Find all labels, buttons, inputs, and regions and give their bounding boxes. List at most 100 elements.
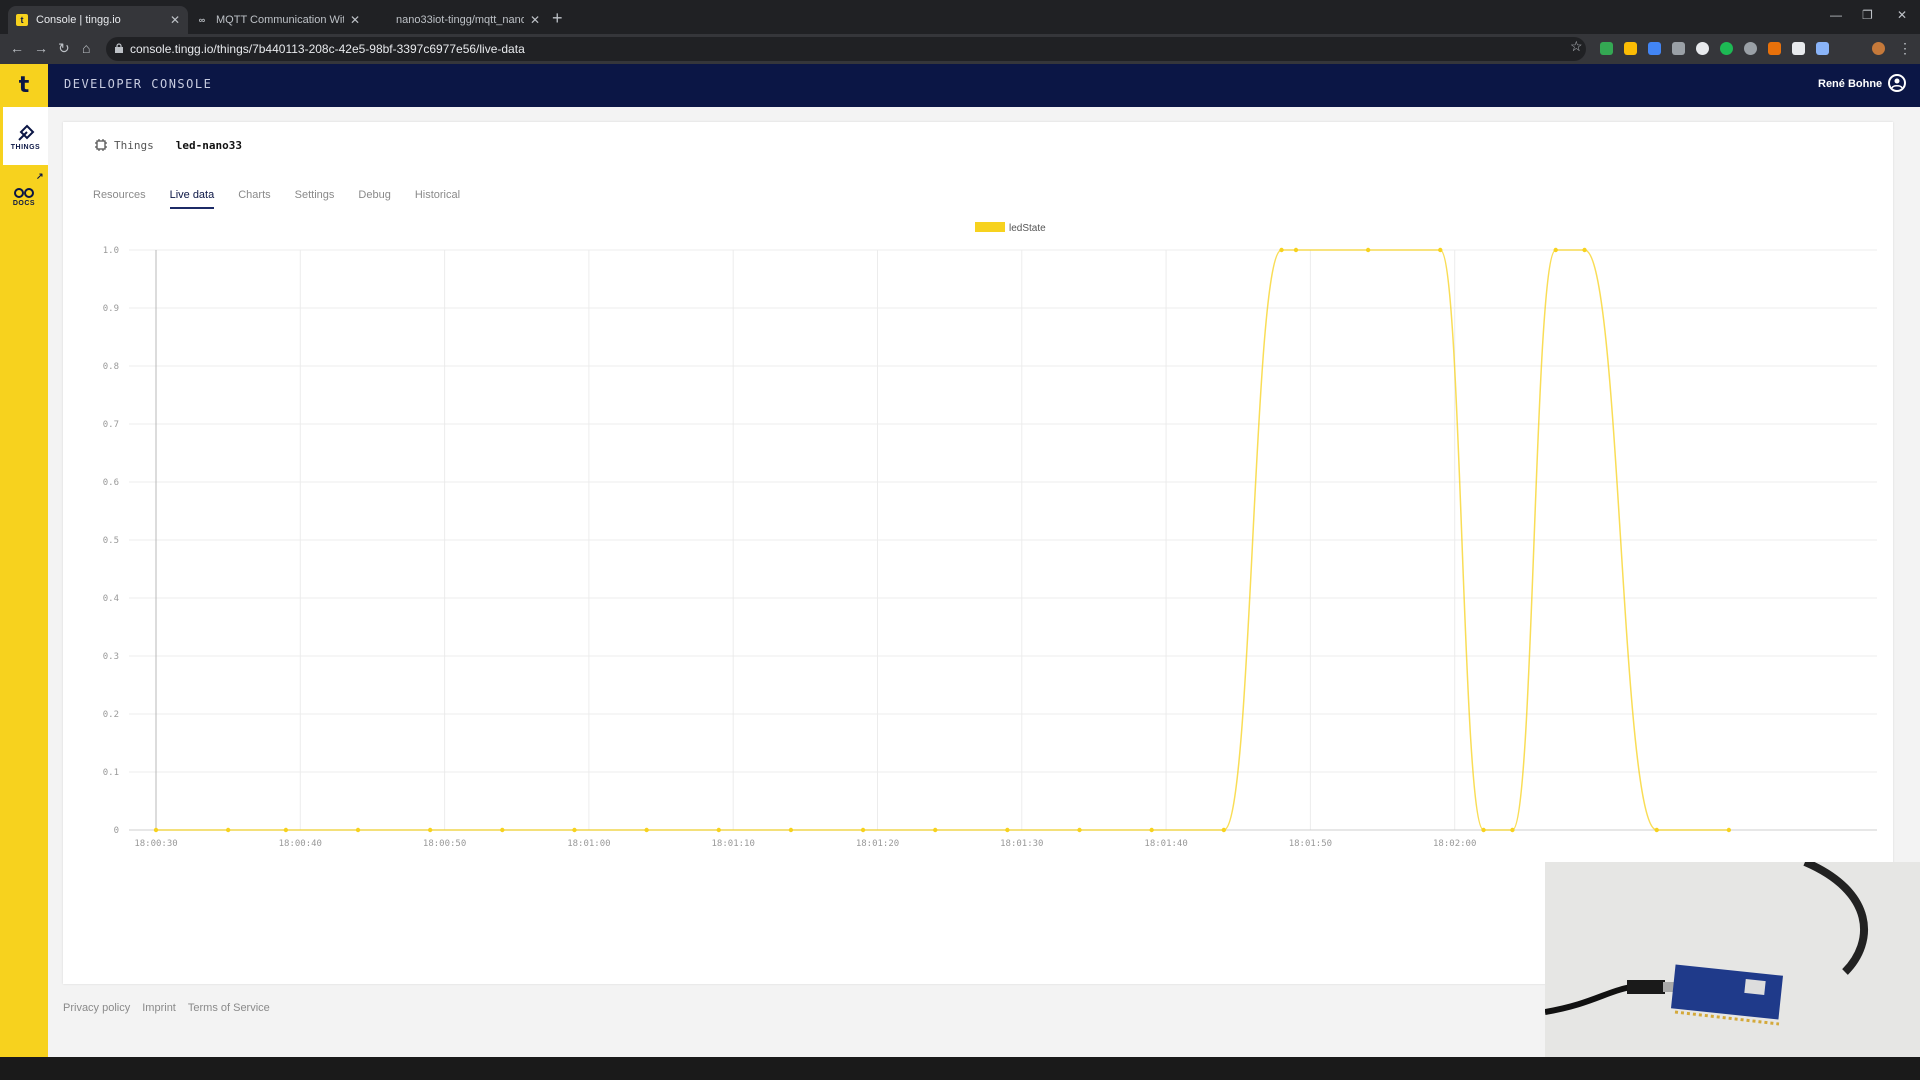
- tab-settings[interactable]: Settings: [295, 189, 335, 201]
- terms-of-service-link[interactable]: Terms of Service: [188, 1002, 270, 1014]
- x-tick-label: 18:00:50: [423, 839, 466, 849]
- data-point: [1726, 827, 1732, 833]
- user-name[interactable]: René Bohne: [1818, 78, 1882, 90]
- close-icon[interactable]: ✕: [170, 13, 180, 27]
- y-tick-label: 0.5: [103, 536, 119, 546]
- data-point: [1438, 247, 1443, 253]
- data-point: [1481, 827, 1486, 833]
- y-tick-label: 1.0: [103, 246, 119, 256]
- data-point: [572, 827, 577, 833]
- data-point: [644, 827, 649, 833]
- sidebar-item-things[interactable]: THINGS: [0, 107, 48, 165]
- arduino-board-image: [1545, 862, 1920, 1074]
- extension-icon[interactable]: [1720, 42, 1733, 55]
- tingg-logo[interactable]: t: [0, 64, 48, 107]
- tab-charts[interactable]: Charts: [238, 189, 270, 201]
- profile-avatar-icon[interactable]: [1872, 42, 1885, 55]
- menu-kebab-icon[interactable]: ⋮: [1898, 40, 1912, 57]
- github-favicon-icon: [376, 14, 388, 26]
- bookmark-star-icon[interactable]: ☆: [1570, 38, 1583, 55]
- new-tab-icon[interactable]: +: [552, 8, 563, 29]
- thing-tabs: Resources Live data Charts Settings Debu…: [93, 189, 484, 209]
- lock-icon: [115, 43, 123, 53]
- y-tick-label: 0.9: [103, 304, 119, 314]
- extension-icon[interactable]: [1792, 42, 1805, 55]
- data-point: [1293, 247, 1299, 253]
- privacy-policy-link[interactable]: Privacy policy: [63, 1002, 130, 1014]
- extension-icon[interactable]: [1744, 42, 1757, 55]
- data-point: [1077, 827, 1082, 833]
- minimize-icon[interactable]: —: [1830, 8, 1842, 22]
- extension-icon[interactable]: [1624, 42, 1637, 55]
- x-tick-label: 18:01:40: [1144, 839, 1187, 849]
- things-icon: [17, 124, 34, 141]
- browser-tab-mqtt[interactable]: ∞ MQTT Communication With the ✕: [188, 6, 368, 34]
- x-tick-label: 18:00:40: [279, 839, 322, 849]
- data-point: [500, 827, 505, 833]
- app-header: t DEVELOPER CONSOLE René Bohne: [0, 64, 1920, 107]
- extension-icon[interactable]: [1696, 42, 1709, 55]
- y-tick-label: 0.4: [103, 594, 119, 604]
- forward-icon[interactable]: →: [34, 40, 48, 56]
- data-point: [1149, 827, 1154, 833]
- extension-icon[interactable]: [1768, 42, 1781, 55]
- address-bar[interactable]: console.tingg.io/things/7b440113-208c-42…: [106, 37, 1586, 61]
- x-tick-label: 18:01:30: [1000, 839, 1043, 849]
- data-point: [355, 827, 361, 833]
- x-tick-label: 18:00:30: [134, 839, 177, 849]
- data-point: [225, 827, 231, 833]
- sidebar-item-docs[interactable]: DOCS ↗: [0, 167, 48, 225]
- footer: Privacy policy Imprint Terms of Service: [63, 1002, 282, 1014]
- data-point: [427, 827, 433, 833]
- data-point: [283, 827, 289, 833]
- data-point: [1510, 827, 1515, 833]
- thing-name: led-nano33: [175, 138, 242, 152]
- extension-icon[interactable]: [1672, 42, 1685, 55]
- extension-icon[interactable]: [1816, 42, 1829, 55]
- browser-tab-title: nano33iot-tingg/mqtt_nano33_L: [396, 14, 524, 26]
- data-point: [788, 827, 794, 833]
- y-tick-label: 0.6: [103, 478, 119, 488]
- sidebar-item-label: THINGS: [10, 143, 41, 151]
- data-point: [1553, 247, 1558, 253]
- breadcrumb-things-link[interactable]: Things: [114, 139, 154, 152]
- browser-tab-github[interactable]: nano33iot-tingg/mqtt_nano33_L ✕: [368, 6, 548, 34]
- data-point: [1221, 827, 1227, 833]
- tab-debug[interactable]: Debug: [358, 189, 390, 201]
- window-close-icon[interactable]: ✕: [1897, 8, 1907, 22]
- restore-icon[interactable]: ❐: [1862, 8, 1873, 22]
- tingg-favicon-icon: t: [16, 14, 28, 26]
- data-point: [716, 827, 721, 833]
- x-tick-label: 18:01:00: [567, 839, 610, 849]
- browser-tab-title: MQTT Communication With the: [216, 14, 344, 26]
- data-point: [153, 827, 159, 833]
- close-icon[interactable]: ✕: [350, 13, 360, 27]
- legend-label: ledState: [1009, 223, 1046, 234]
- x-tick-label: 18:01:20: [856, 839, 899, 849]
- y-tick-label: 0.2: [103, 710, 119, 720]
- data-point: [1365, 247, 1371, 253]
- link-favicon-icon: ∞: [198, 15, 206, 25]
- y-tick-label: 0: [114, 826, 119, 836]
- imprint-link[interactable]: Imprint: [142, 1002, 176, 1014]
- y-tick-label: 0.8: [103, 362, 119, 372]
- data-point: [1654, 827, 1659, 833]
- back-icon[interactable]: ←: [10, 40, 24, 56]
- thing-card: Things led-nano33 Resources Live data Ch…: [63, 122, 1893, 984]
- url-text: console.tingg.io/things/7b440113-208c-42…: [130, 42, 525, 56]
- user-avatar-icon[interactable]: [1888, 74, 1906, 92]
- browser-tab-console[interactable]: t Console | tingg.io ✕: [8, 6, 188, 34]
- home-icon[interactable]: ⌂: [82, 40, 90, 56]
- browser-tab-bar: t Console | tingg.io ✕ ∞ MQTT Communicat…: [0, 0, 1920, 34]
- reload-icon[interactable]: ↻: [58, 40, 70, 57]
- data-point: [1279, 247, 1284, 253]
- close-icon[interactable]: ✕: [530, 13, 540, 27]
- browser-tab-title: Console | tingg.io: [36, 14, 121, 26]
- tab-resources[interactable]: Resources: [93, 189, 146, 201]
- tab-historical[interactable]: Historical: [415, 189, 460, 201]
- data-point: [860, 827, 866, 833]
- sidebar: THINGS DOCS ↗: [0, 107, 48, 1057]
- extension-icon[interactable]: [1648, 42, 1661, 55]
- extension-icon[interactable]: [1600, 42, 1613, 55]
- tab-live-data[interactable]: Live data: [169, 189, 214, 209]
